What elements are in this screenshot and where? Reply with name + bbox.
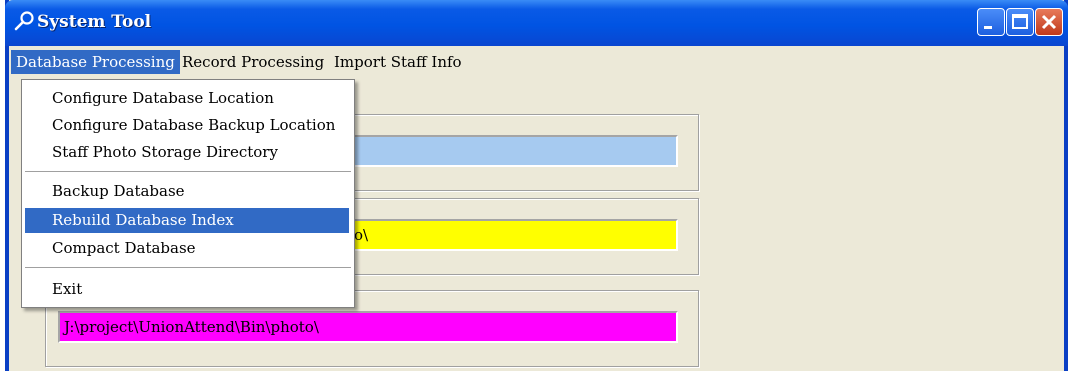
title-bar[interactable]: System Tool	[5, 0, 1068, 46]
window-title: System Tool	[37, 12, 152, 32]
menu-item-backup-database[interactable]: Backup Database	[25, 179, 349, 204]
menu-item-rebuild-index[interactable]: Rebuild Database Index	[25, 208, 349, 233]
maximize-button[interactable]	[1006, 8, 1034, 36]
menu-import-staff-info[interactable]: Import Staff Info	[329, 50, 467, 74]
wrench-key-icon	[14, 11, 34, 31]
menu-item-configure-backup-location[interactable]: Configure Database Backup Location	[25, 113, 349, 138]
menu-bar: Database Processing Record Processing Im…	[9, 46, 1064, 78]
menu-separator	[25, 267, 351, 269]
minimize-icon	[984, 26, 992, 29]
minimize-button[interactable]	[977, 8, 1005, 36]
database-processing-menu: Configure Database Location Configure Da…	[21, 79, 355, 308]
close-icon	[1041, 14, 1057, 30]
photo-dir-field[interactable]: J:\project\UnionAttend\Bin\photo\	[58, 311, 678, 343]
close-button[interactable]	[1035, 8, 1063, 36]
app-window: System Tool Database Processing Record P…	[5, 0, 1068, 371]
menu-record-processing[interactable]: Record Processing	[177, 50, 329, 74]
menu-item-compact-database[interactable]: Compact Database	[25, 236, 349, 261]
menu-separator	[25, 171, 351, 173]
menu-item-photo-storage-dir[interactable]: Staff Photo Storage Directory	[25, 140, 349, 165]
maximize-icon	[1012, 14, 1028, 29]
menu-database-processing[interactable]: Database Processing	[11, 50, 180, 74]
menu-item-exit[interactable]: Exit	[25, 277, 349, 302]
menu-item-configure-db-location[interactable]: Configure Database Location	[25, 86, 349, 111]
